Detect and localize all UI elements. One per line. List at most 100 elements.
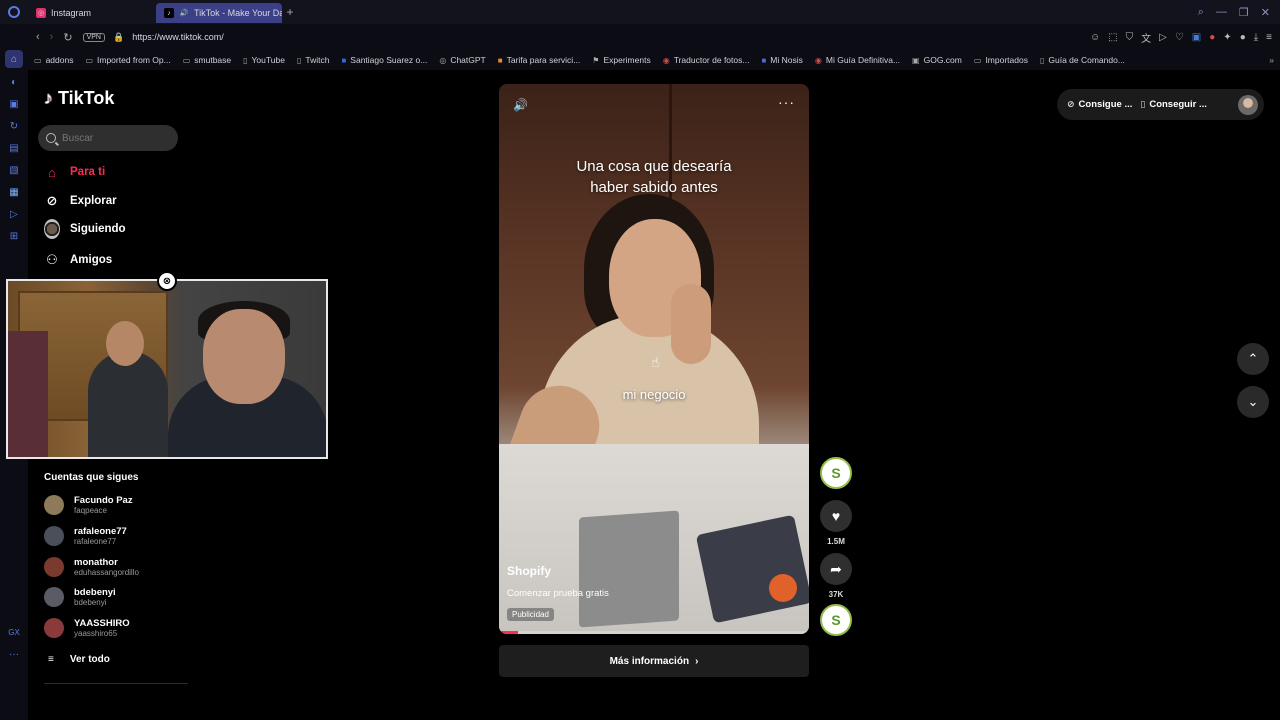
bookmark-item[interactable]: ▯ Guía de Comando... — [1040, 55, 1125, 65]
url-field[interactable]: https://www.tiktok.com/ — [132, 32, 224, 42]
close-button[interactable]: ✕ — [1261, 6, 1270, 19]
next-video-button[interactable]: ⌄ — [1237, 386, 1269, 418]
bookmark-item[interactable]: ◉ Mi Guía Definitiva... — [815, 55, 900, 65]
bookmark-item[interactable]: ■ Tarifa para servici... — [498, 55, 581, 65]
coin-icon: ⊘ — [1067, 99, 1075, 109]
folder-icon: ▭ — [182, 55, 191, 65]
bookmark-item[interactable]: ▯ Twitch — [297, 55, 330, 65]
more-info-button[interactable]: Más información › — [499, 645, 809, 677]
volume-icon[interactable]: 🔊 — [513, 98, 528, 112]
shopify-avatar-button[interactable]: S — [820, 457, 852, 489]
flag-icon: ⚑ — [592, 55, 600, 65]
following-account[interactable]: rafaleone77 rafaleone77 — [44, 526, 127, 546]
tiktok-logo[interactable]: ♪ TikTok — [44, 88, 114, 109]
following-account[interactable]: monathor eduhassangordillo — [44, 557, 139, 577]
translate-icon[interactable]: 文 — [1141, 30, 1151, 45]
heart-icon: ♥ — [820, 500, 852, 532]
calendar-icon[interactable]: ▦ — [7, 186, 21, 200]
apps-icon[interactable]: ⊞ — [7, 230, 21, 244]
reload-icon[interactable]: ↻ — [63, 31, 72, 44]
window-controls: ⌕ — ❐ ✕ — [1198, 6, 1280, 19]
ad-cta[interactable]: Comenzar prueba gratis — [507, 588, 609, 599]
bookmark-item[interactable]: ▭ Imported from Op... — [85, 55, 170, 65]
nav-label: Para ti — [70, 166, 106, 178]
speaker-icon[interactable]: 🔊 — [179, 8, 189, 18]
bookmark-item[interactable]: ▭ addons — [34, 55, 73, 65]
following-account[interactable]: bdebenyi bdebenyi — [44, 587, 116, 607]
opera-icon — [8, 6, 20, 18]
extension-red-icon[interactable]: ● — [1209, 32, 1215, 43]
bookmark-item[interactable]: ◉ Traductor de fotos... — [663, 55, 750, 65]
profile-avatar[interactable] — [1238, 94, 1258, 115]
search-tabs-icon[interactable]: ⌕ — [1198, 6, 1204, 19]
bookmarks-overflow-icon[interactable]: » — [1269, 55, 1280, 65]
bookmark-item[interactable]: ⚑ Experiments — [592, 55, 650, 65]
shopify-music-button[interactable]: S — [820, 604, 852, 636]
play-icon[interactable]: ▷ — [1159, 32, 1167, 43]
forward-icon[interactable]: › — [50, 31, 54, 43]
video-progress-fill — [499, 631, 518, 634]
bookmark-item[interactable]: ◎ ChatGPT — [439, 55, 485, 65]
get-coins-button[interactable]: ⊘ Consigue ... — [1067, 99, 1132, 110]
nav-label: Explorar — [70, 195, 117, 207]
extension-blue-icon[interactable]: ▣ — [1192, 32, 1201, 43]
puzzle-icon[interactable]: ✦ — [1223, 32, 1231, 43]
chevron-up-icon: ⌃ — [1247, 351, 1259, 366]
menu-icon[interactable]: ≡ — [1266, 32, 1272, 43]
nav-explorar[interactable]: ⊘ Explorar — [44, 193, 117, 209]
tab-tiktok[interactable]: ♪ 🔊 TikTok - Make Your Da — [156, 3, 282, 23]
shop-icon[interactable]: ▤ — [7, 142, 21, 156]
nav-siguiendo[interactable]: Siguiendo — [44, 219, 126, 239]
refresh-icon[interactable]: ↻ — [7, 120, 21, 134]
new-tab-button[interactable]: + — [282, 5, 298, 19]
following-account[interactable]: YAASSHIRO yaasshiro65 — [44, 618, 130, 638]
ad-brand[interactable]: Shopify — [507, 564, 551, 578]
home-icon: ⌂ — [48, 164, 56, 180]
play-icon[interactable]: ▷ — [7, 208, 21, 222]
list-icon: ≡ — [48, 654, 54, 665]
see-all-button[interactable]: ≡ Ver todo — [48, 654, 110, 665]
previous-video-button[interactable]: ⌃ — [1237, 343, 1269, 375]
vpn-badge[interactable]: VPN — [82, 32, 105, 42]
friends-icon: ⚇ — [46, 252, 58, 267]
restore-button[interactable]: ❐ — [1239, 6, 1249, 19]
hand-cursor-icon: ☝ — [651, 354, 660, 370]
compass-icon: ⊘ — [46, 193, 58, 208]
bookmark-item[interactable]: ▭ Importados — [974, 55, 1028, 65]
download-icon[interactable]: ⤓ — [1254, 32, 1258, 43]
back-icon[interactable]: ‹ — [36, 31, 40, 43]
minimize-button[interactable]: — — [1216, 6, 1227, 19]
more-icon[interactable]: ··· — [7, 648, 21, 662]
emoji-icon[interactable]: ☺ — [1090, 32, 1100, 43]
bookmark-item[interactable]: ▯ YouTube — [243, 55, 285, 65]
extension-toolbar: ☺ ⬚ ⛉ 文 ▷ ♡ ▣ ● ✦ ● ⤓ ≡ — [1090, 30, 1280, 45]
bookmark-item[interactable]: ▣ GOG.com — [912, 55, 962, 65]
home-icon[interactable]: ⌂ — [5, 50, 23, 68]
controller-icon[interactable]: ◐ — [7, 76, 21, 90]
bookmark-item[interactable]: ■ Santiago Suarez o... — [341, 55, 427, 65]
bookmark-item[interactable]: ▭ smutbase — [183, 55, 231, 65]
nav-amigos[interactable]: ⚇ Amigos — [44, 252, 112, 268]
video-progress[interactable] — [499, 631, 809, 634]
search-box[interactable] — [38, 125, 178, 151]
heart-icon[interactable]: ♡ — [1175, 32, 1184, 43]
tab-instagram[interactable]: ◎ Instagram — [28, 3, 156, 23]
following-account[interactable]: Facundo Paz faqpeace — [44, 495, 133, 515]
bookmark-item[interactable]: ■ Mi Nosis — [761, 55, 802, 65]
image-icon[interactable]: ▧ — [7, 164, 21, 178]
like-button[interactable]: ♥ 1.5M — [820, 500, 852, 546]
more-options-icon[interactable]: ··· — [778, 94, 795, 110]
profile-icon[interactable]: ● — [1240, 32, 1246, 43]
nav-para-ti[interactable]: ⌂ Para ti — [44, 164, 105, 180]
share-button[interactable]: ➦ 37K — [820, 553, 852, 599]
gamepad-icon[interactable]: ▣ — [7, 98, 21, 112]
get-app-button[interactable]: ▯ Conseguir ... — [1140, 99, 1207, 110]
avatar — [44, 557, 64, 577]
shield-icon[interactable]: ⛉ — [1126, 32, 1134, 43]
lock-icon[interactable]: 🔒 — [113, 32, 124, 43]
share-icon: ➦ — [820, 553, 852, 585]
search-input[interactable] — [62, 132, 172, 144]
snapshot-icon[interactable]: ⬚ — [1108, 32, 1117, 43]
opera-menu-button[interactable] — [0, 0, 28, 24]
gx-icon[interactable]: GX — [7, 626, 21, 640]
